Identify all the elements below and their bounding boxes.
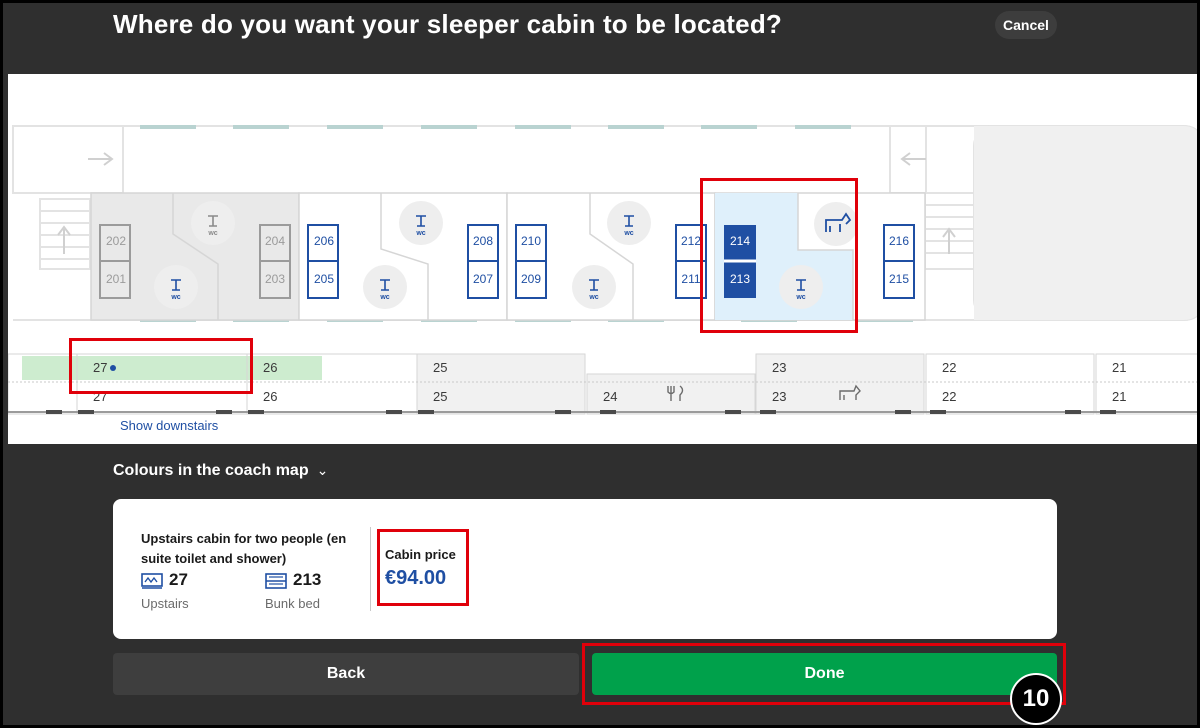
cabin-209[interactable]: 209 <box>521 272 541 286</box>
cabin-216[interactable]: 216 <box>889 234 909 248</box>
coach-21-lower[interactable]: 21 <box>1112 389 1126 404</box>
coach-23-lower[interactable]: 23 <box>772 389 786 404</box>
cabin-215[interactable]: 215 <box>889 272 909 286</box>
cancel-button[interactable]: Cancel <box>995 11 1057 39</box>
colour-legend-label: Colours in the coach map <box>113 462 309 479</box>
cabin-207[interactable]: 207 <box>473 272 493 286</box>
coach-21-upper[interactable]: 21 <box>1112 360 1126 375</box>
cabin-212[interactable]: 212 <box>681 234 701 248</box>
cabin-211[interactable]: 211 <box>681 272 700 286</box>
coach-23-upper[interactable]: 23 <box>772 360 786 375</box>
cabin-summary-card: Upstairs cabin for two people (en suite … <box>113 499 1057 639</box>
coach-22-lower[interactable]: 22 <box>942 389 956 404</box>
highlight-selected-coach <box>69 338 253 394</box>
coach-sub: Upstairs <box>141 596 189 611</box>
show-downstairs-link[interactable]: Show downstairs <box>120 418 218 433</box>
cabin-201[interactable]: 201 <box>106 272 126 286</box>
cabin-205[interactable]: 205 <box>314 272 334 286</box>
back-button[interactable]: Back <box>113 653 579 695</box>
cabin-sub: Bunk bed <box>265 596 320 611</box>
svg-text:wc: wc <box>588 294 598 301</box>
chevron-down-icon: ⌄ <box>316 462 329 478</box>
cabin-204[interactable]: 204 <box>265 234 285 248</box>
coach-number: 27 <box>169 570 188 589</box>
divider <box>370 527 371 611</box>
bunk-bed-icon <box>265 573 287 589</box>
highlight-done-button <box>582 643 1066 705</box>
cabin-206[interactable]: 206 <box>314 234 334 248</box>
coach-25-lower[interactable]: 25 <box>433 389 447 404</box>
svg-text:wc: wc <box>623 230 633 237</box>
svg-text:wc: wc <box>207 230 217 237</box>
highlight-price <box>377 529 469 606</box>
cabin-208[interactable]: 208 <box>473 234 493 248</box>
step-badge: 10 <box>1010 673 1062 725</box>
coach-icon <box>141 573 163 589</box>
svg-text:wc: wc <box>170 294 180 301</box>
cabin-number: 213 <box>293 570 322 589</box>
coach-26-lower[interactable]: 26 <box>263 389 277 404</box>
cabin-type-title: Upstairs cabin for two people (en suite … <box>141 531 347 566</box>
booking-dialog: Where do you want your sleeper cabin to … <box>0 0 1200 728</box>
colour-legend-toggle[interactable]: Colours in the coach map ⌄ <box>113 462 328 480</box>
coach-26-upper[interactable]: 26 <box>263 360 277 375</box>
svg-text:wc: wc <box>379 294 389 301</box>
cabin-210[interactable]: 210 <box>521 234 541 248</box>
coach-25-upper[interactable]: 25 <box>433 360 447 375</box>
coach-24-lower[interactable]: 24 <box>603 389 617 404</box>
coach-22-upper[interactable]: 22 <box>942 360 956 375</box>
highlight-selected-cabin <box>700 178 858 333</box>
cabin-203[interactable]: 203 <box>265 272 285 286</box>
svg-text:wc: wc <box>415 230 425 237</box>
page-title: Where do you want your sleeper cabin to … <box>113 9 782 39</box>
cabin-202[interactable]: 202 <box>106 234 126 248</box>
